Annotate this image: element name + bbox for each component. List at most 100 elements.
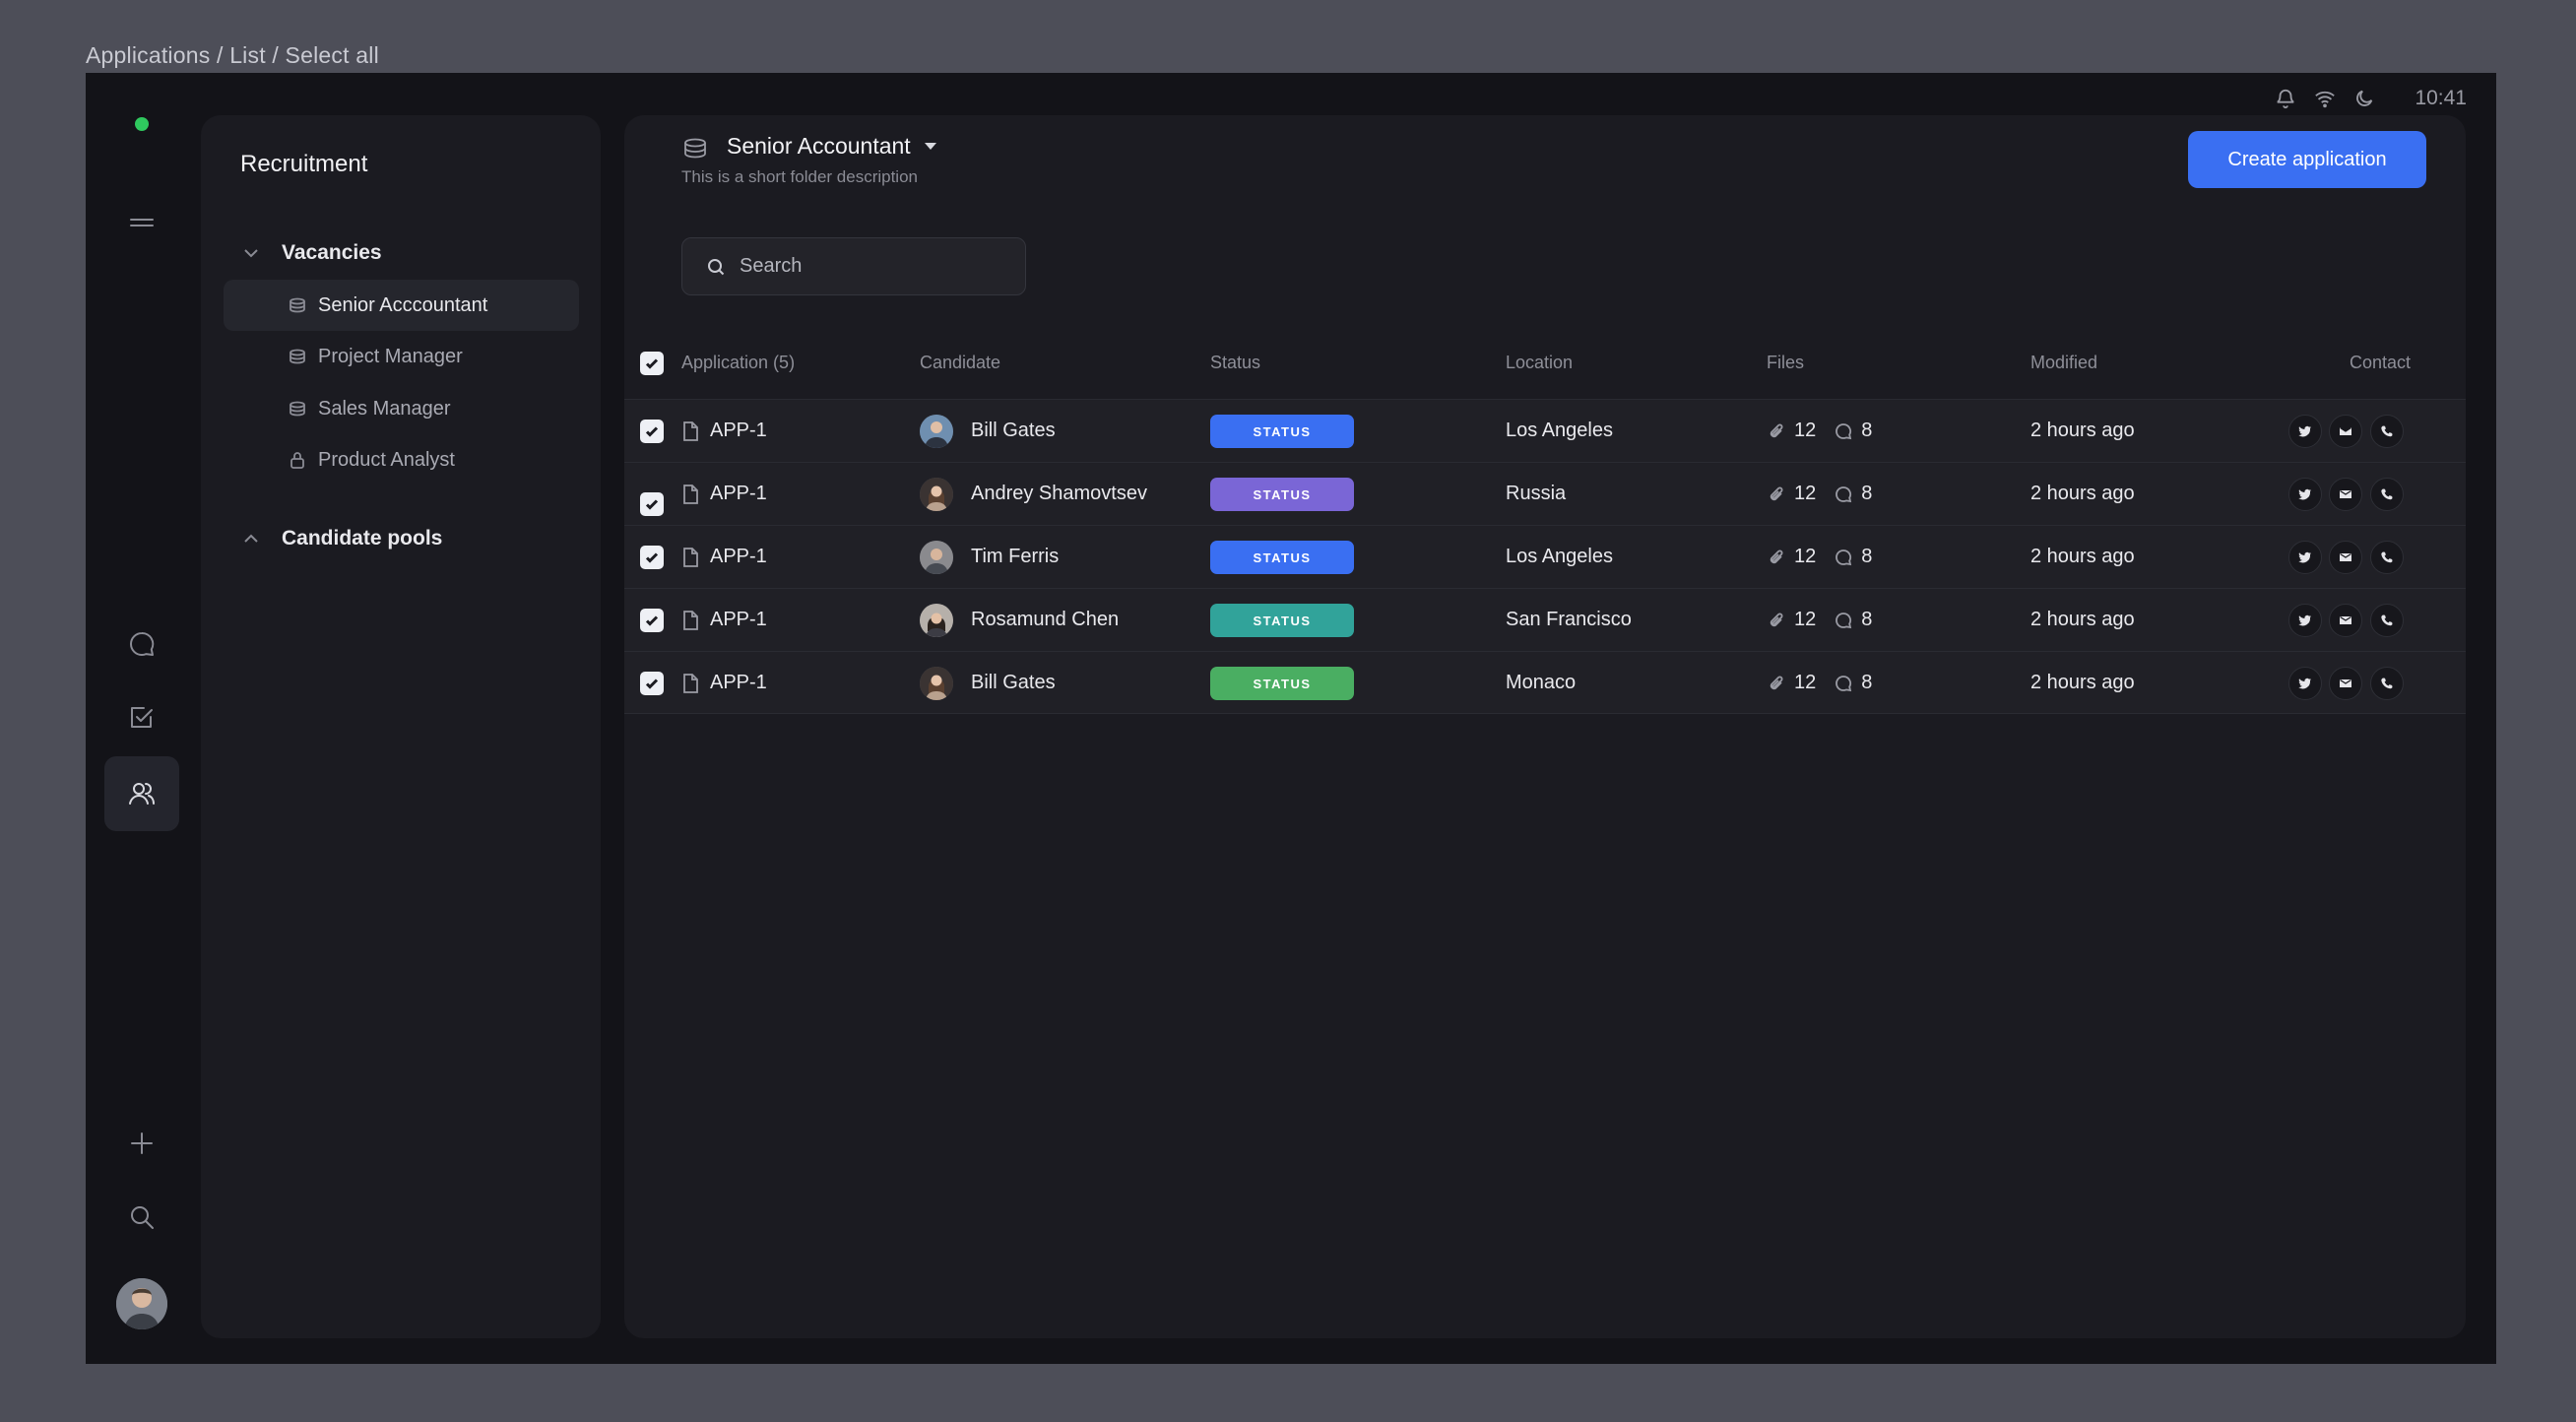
row-checkbox[interactable] [640,672,664,695]
application-id[interactable]: APP-1 [710,483,767,505]
attachments-count: 12 [1794,483,1817,504]
table-row[interactable]: APP-1 Bill Gates STATUS Monaco 12 8 2 ho… [624,651,2466,714]
tasks-icon[interactable] [104,680,179,755]
files-count[interactable]: 12 8 [1767,672,1872,694]
row-checkbox[interactable] [640,609,664,632]
table-row[interactable]: APP-1 Rosamund Chen STATUS San Francisco… [624,588,2466,651]
twitter-icon[interactable] [2288,415,2322,448]
application-id[interactable]: APP-1 [710,609,767,631]
email-icon[interactable] [2329,604,2362,637]
files-count[interactable]: 12 8 [1767,609,1872,631]
column-header-candidate[interactable]: Candidate [920,353,1000,373]
chat-icon[interactable] [104,607,179,681]
comment-icon [1835,612,1852,628]
check-icon [645,499,659,510]
sidebar-item-product-analyst[interactable]: Product Analyst [224,434,579,485]
modified-time: 2 hours ago [2030,483,2135,504]
files-count[interactable]: 12 8 [1767,546,1872,568]
plus-icon[interactable] [104,1106,179,1181]
paperclip-icon [1770,613,1783,626]
document-icon [681,673,699,694]
lock-icon [290,452,304,469]
column-header-status[interactable]: Status [1210,353,1260,373]
table-row[interactable]: APP-1 Tim Ferris STATUS Los Angeles 12 8… [624,525,2466,588]
candidate-pools-group-toggle[interactable]: Candidate pools [240,527,442,550]
sidebar-item-project-manager[interactable]: Project Manager [224,331,579,382]
comments-count: 8 [1861,420,1873,441]
status-badge[interactable]: STATUS [1210,541,1354,574]
wifi-icon [2315,91,2336,108]
status-bar: 10:41 [2275,79,2467,118]
comments-count: 8 [1861,609,1873,630]
column-header-contact: Contact [2349,353,2411,372]
create-application-button[interactable]: Create application [2188,131,2426,188]
status-badge[interactable]: STATUS [1210,667,1354,700]
folder-icon [290,297,305,313]
email-icon[interactable] [2329,667,2362,700]
folder-icon [290,401,305,417]
vacancies-group-toggle[interactable]: Vacancies [240,241,382,265]
candidate-pools-label: Candidate pools [282,527,443,549]
location: Monaco [1506,672,1577,693]
attachments-count: 12 [1794,420,1817,441]
twitter-icon[interactable] [2288,478,2322,511]
status-badge[interactable]: STATUS [1210,415,1354,448]
status-badge[interactable]: STATUS [1210,478,1354,511]
recruitment-sidebar: Recruitment Vacancies Senior Acccountant… [201,115,601,1338]
candidate-name[interactable]: Rosamund Chen [971,609,1119,631]
attachments-count: 12 [1794,672,1817,693]
select-all-checkbox[interactable] [640,352,664,375]
check-icon [645,358,659,369]
row-checkbox[interactable] [640,420,664,443]
search-icon[interactable] [104,1180,179,1255]
phone-icon[interactable] [2370,604,2404,637]
search-input[interactable] [740,255,996,278]
candidate-name[interactable]: Bill Gates [971,420,1056,442]
sidebar-item-sales-manager[interactable]: Sales Manager [224,383,579,434]
candidates-icon[interactable] [104,756,179,831]
row-checkbox[interactable] [640,492,664,516]
twitter-icon[interactable] [2288,604,2322,637]
column-header-files[interactable]: Files [1767,353,1804,373]
email-icon[interactable] [2329,541,2362,574]
candidate-avatar [920,415,953,448]
phone-icon[interactable] [2370,667,2404,700]
email-icon[interactable] [2329,415,2362,448]
sidebar-item-senior-accountant[interactable]: Senior Acccountant [224,280,579,331]
table-header: Application (5) Candidate Status Locatio… [624,345,2466,384]
twitter-icon[interactable] [2288,541,2322,574]
table-row[interactable]: APP-1 Andrey Shamovtsev STATUS Russia 12… [624,462,2466,525]
comment-icon [1835,675,1852,691]
application-id[interactable]: APP-1 [710,546,767,568]
files-count[interactable]: 12 8 [1767,483,1872,505]
folder-selector[interactable]: Senior Accountant [727,133,936,160]
twitter-icon[interactable] [2288,667,2322,700]
icon-rail [86,73,200,1364]
vacancies-label: Vacancies [282,241,382,264]
email-icon[interactable] [2329,478,2362,511]
candidate-name[interactable]: Tim Ferris [971,546,1059,568]
modified-time: 2 hours ago [2030,546,2135,567]
user-avatar[interactable] [116,1278,167,1329]
paperclip-icon [1770,676,1783,689]
row-checkbox[interactable] [640,546,664,569]
table-row[interactable]: APP-1 Bill Gates STATUS Los Angeles 12 8… [624,399,2466,462]
folder-icon [290,349,305,364]
phone-icon[interactable] [2370,415,2404,448]
files-count[interactable]: 12 8 [1767,420,1872,442]
document-icon [681,547,699,568]
menu-icon[interactable] [104,185,179,260]
search-box[interactable] [681,237,1026,295]
column-header-location[interactable]: Location [1506,353,1573,373]
candidate-name[interactable]: Bill Gates [971,672,1056,694]
column-header-application[interactable]: Application (5) [681,353,795,373]
phone-icon[interactable] [2370,478,2404,511]
application-id[interactable]: APP-1 [710,672,767,694]
location: San Francisco [1506,609,1632,630]
status-badge[interactable]: STATUS [1210,604,1354,637]
application-id[interactable]: APP-1 [710,420,767,442]
location: Russia [1506,483,1567,504]
column-header-modified[interactable]: Modified [2030,353,2097,373]
phone-icon[interactable] [2370,541,2404,574]
candidate-name[interactable]: Andrey Shamovtsev [971,483,1147,505]
